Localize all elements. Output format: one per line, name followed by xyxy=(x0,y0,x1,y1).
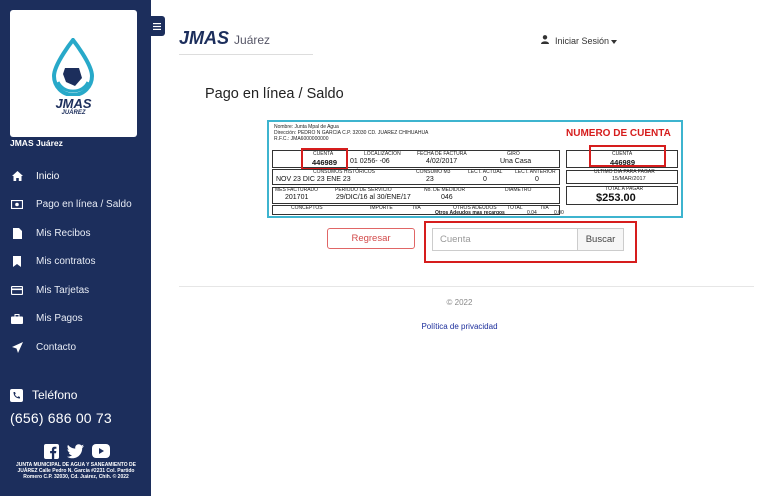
caret-down-icon xyxy=(611,36,618,46)
receipt-otros-val1: 0.04 xyxy=(527,210,537,216)
sidebar-item-label: Inicio xyxy=(36,170,60,182)
sidebar-item-contratos[interactable]: Mis contratos xyxy=(0,248,151,277)
sidebar-item-pago[interactable]: Pago en línea / Saldo xyxy=(0,191,151,220)
sidebar-footer: JUNTA MUNICIPAL DE AGUA Y SANEAMIENTO DE… xyxy=(15,462,136,480)
file-icon xyxy=(10,227,24,239)
receipt-diametro-label: DIAMETRO xyxy=(505,187,532,193)
receipt-giro-label: GIRO xyxy=(507,151,520,157)
receipt-consumos-label: CONSUMOS HISTÓRICOS xyxy=(313,169,375,175)
header-brand[interactable]: JMAS Juárez xyxy=(179,28,270,49)
phone-number: (656) 686 00 73 xyxy=(10,410,112,426)
sidebar-title: JMAS Juárez xyxy=(10,138,63,148)
receipt-mes-value: 201701 xyxy=(285,194,309,201)
user-icon xyxy=(541,35,549,46)
receipt-giro-value: Una Casa xyxy=(500,158,532,165)
receipt-rfc-line: R.F.C.: JMA6000000000 xyxy=(274,136,329,142)
receipt-total-label: TOTAL xyxy=(507,205,523,211)
receipt-annotation: NUMERO DE CUENTA xyxy=(566,128,671,139)
hamburger-icon xyxy=(153,17,161,35)
social-links xyxy=(44,444,110,459)
receipt-sample-image: Nombre: Junta Mpal de Agua Dirección: PE… xyxy=(267,120,683,218)
receipt-conceptos-label: CONCEPTOS xyxy=(291,205,323,211)
sidebar-item-label: Mis contratos xyxy=(36,256,96,268)
copyright: © 2022 xyxy=(446,298,473,307)
receipt-localizacion-label: LOCALIZACION xyxy=(364,151,401,157)
account-search-input[interactable]: Cuenta xyxy=(432,228,577,251)
sidebar-item-recibos[interactable]: Mis Recibos xyxy=(0,219,151,248)
sidebar-item-label: Pago en línea / Saldo xyxy=(36,199,132,211)
receipt-lect-anterior-value: 0 xyxy=(535,176,539,183)
sidebar-item-contacto[interactable]: Contacto xyxy=(0,333,151,362)
receipt-right-cuenta-highlight xyxy=(589,145,666,167)
receipt-ultimo-label: ULTIMO DIA PARA PAGAR xyxy=(594,169,655,175)
twitter-icon[interactable] xyxy=(67,444,84,459)
receipt-lect-anterior-label: LECT. ANTERIOR xyxy=(515,169,556,175)
back-button[interactable]: Regresar xyxy=(327,228,415,249)
receipt-otros-adeudos-line: Otros Adeudos mas recargos xyxy=(435,210,505,216)
header-divider xyxy=(179,54,313,55)
sidebar-item-label: Mis Recibos xyxy=(36,227,91,239)
receipt-medidor-value: 046 xyxy=(441,194,453,201)
receipt-lect-actual-label: LECT. ACTUAL xyxy=(468,169,503,175)
receipt-total-pagar-value: $253.00 xyxy=(596,192,636,204)
sidebar-item-inicio[interactable]: Inicio xyxy=(0,162,151,191)
receipt-ultimo-value: 15/MAR/2017 xyxy=(612,176,646,182)
content-divider xyxy=(179,286,754,287)
receipt-consumo-m3-label: CONSUMO M3 xyxy=(416,169,451,175)
receipt-periodo-value: 29/DIC/16 al 30/ENE/17 xyxy=(336,194,411,201)
logo-text: JMAS xyxy=(55,96,92,111)
facebook-icon[interactable] xyxy=(44,444,59,459)
receipt-localizacion-value: 01 0256- -06 xyxy=(350,158,390,165)
money-icon xyxy=(10,199,24,211)
send-icon xyxy=(10,341,24,353)
credit-card-icon xyxy=(10,284,24,296)
receipt-iva-label: IVA xyxy=(413,205,421,211)
logo-subtext: JUÁREZ xyxy=(61,110,86,116)
receipt-cuenta-highlight xyxy=(301,148,348,170)
receipt-consumo-m3-value: 23 xyxy=(426,176,434,183)
phone-icon xyxy=(10,388,23,402)
sidebar-item-label: Contacto xyxy=(36,341,77,353)
logo[interactable]: JMAS JUÁREZ xyxy=(10,10,137,137)
home-icon xyxy=(10,170,24,182)
phone-label-text: Teléfono xyxy=(32,388,78,402)
privacy-link[interactable]: Política de privacidad xyxy=(0,322,768,331)
receipt-fecha-label: FECHA DE FACTURA xyxy=(417,151,467,157)
phone-label: Teléfono xyxy=(10,388,77,402)
receipt-lect-actual-value: 0 xyxy=(483,176,487,183)
page-title: Pago en línea / Saldo xyxy=(205,86,344,102)
sidebar: JMAS JUÁREZ JMAS Juárez Inicio Pago en l… xyxy=(0,0,151,496)
receipt-periodo-label: PERIODO DE SERVICIO xyxy=(335,187,392,193)
logo-drop-icon xyxy=(51,38,95,96)
search-button[interactable]: Buscar xyxy=(577,228,624,251)
login-label: Iniciar Sesión xyxy=(555,35,610,46)
youtube-icon[interactable] xyxy=(92,444,110,459)
sidebar-nav: Inicio Pago en línea / Saldo Mis Recibos… xyxy=(0,162,151,362)
brand-sub: Juárez xyxy=(234,33,271,47)
receipt-consumos-value: NOV 23 DIC 23 ENE 23 xyxy=(276,176,351,183)
bookmark-icon xyxy=(10,256,24,268)
sidebar-item-label: Mis Tarjetas xyxy=(36,284,90,296)
menu-toggle-button[interactable] xyxy=(149,16,165,36)
receipt-mes-label: MES FACTURADO xyxy=(275,187,319,193)
receipt-otros-val2: 0.00 xyxy=(554,210,564,216)
receipt-iva2-label: IVA xyxy=(541,205,549,211)
brand-name: JMAS xyxy=(179,28,230,48)
receipt-importe-label: IMPORTE xyxy=(370,205,393,211)
login-dropdown[interactable]: Iniciar Sesión xyxy=(541,35,618,46)
receipt-fecha-value: 4/02/2017 xyxy=(426,158,458,165)
receipt-medidor-label: No. DE MEDIDOR xyxy=(424,187,466,193)
